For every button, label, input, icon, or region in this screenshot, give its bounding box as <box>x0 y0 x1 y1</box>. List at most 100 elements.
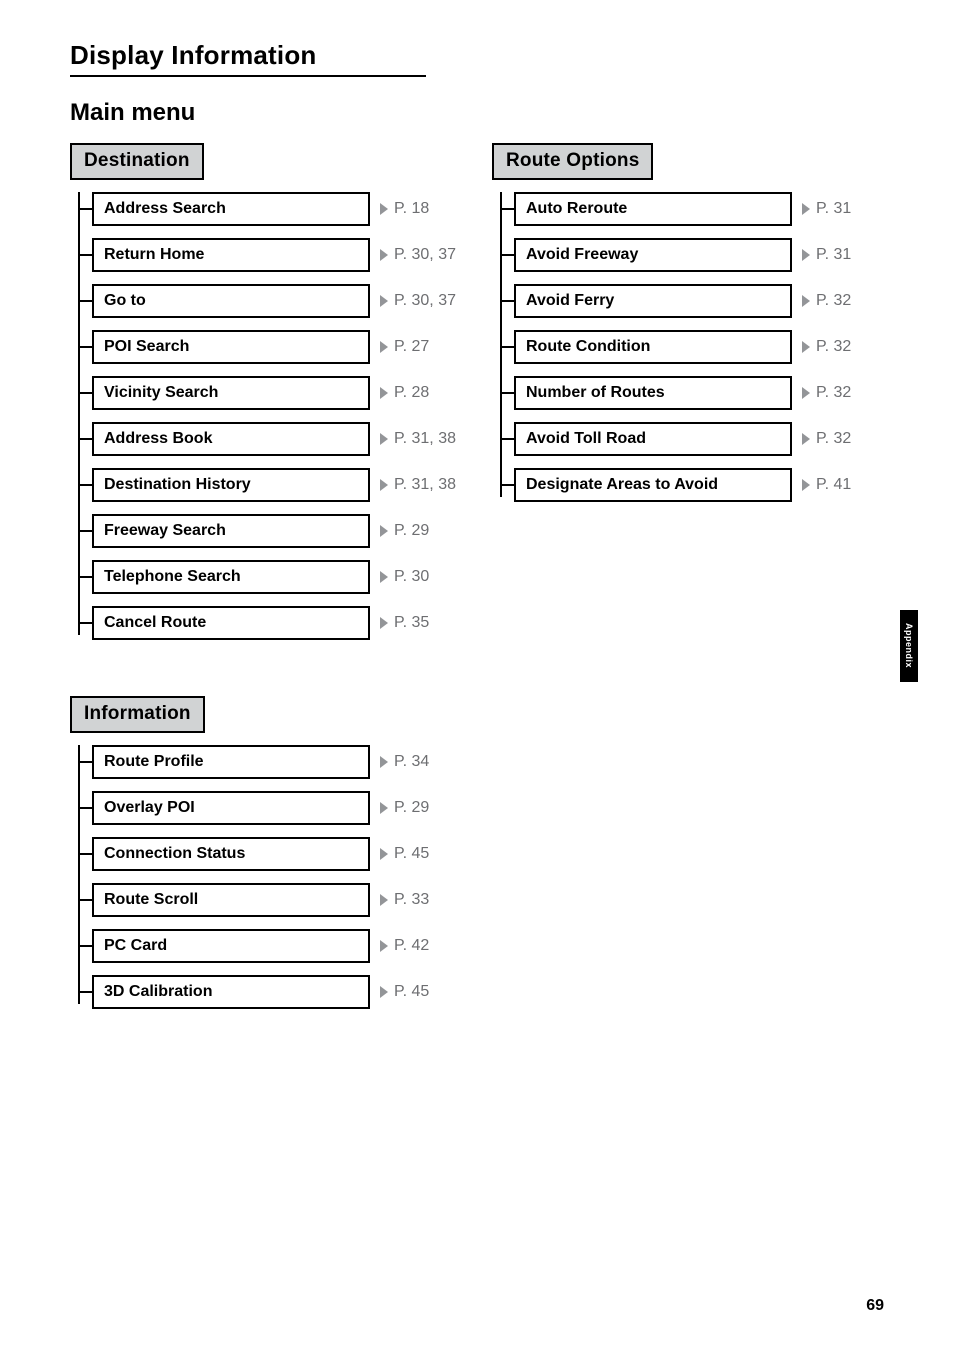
tree-branch <box>78 899 92 901</box>
menu-item-row: Go to P. 30, 37 <box>70 284 458 318</box>
page-reference-text: P. 32 <box>816 338 851 356</box>
menu-item-box: Route Profile <box>92 745 370 779</box>
page-reference: P. 30, 37 <box>378 292 456 310</box>
tree-branch <box>78 300 92 302</box>
route-options-header: Route Options <box>492 143 653 180</box>
page-reference: P. 31, 38 <box>378 476 456 494</box>
menu-item-box: Go to <box>92 284 370 318</box>
menu-item-row: Return Home P. 30, 37 <box>70 238 458 272</box>
page-reference: P. 29 <box>378 799 429 817</box>
information-tree: Route Profile P. 34 Overlay POI P. 29 Connec… <box>70 745 458 1009</box>
page-reference-text: P. 30, 37 <box>394 292 456 310</box>
page-reference: P. 41 <box>800 476 851 494</box>
menu-item-box: Number of Routes <box>514 376 792 410</box>
menu-item-box: Return Home <box>92 238 370 272</box>
destination-tree: Address SearchP. 18Return HomeP. 30, 37G… <box>70 192 458 640</box>
menu-item-box: Connection Status <box>92 837 370 871</box>
page-reference: P. 32 <box>800 384 851 402</box>
menu-item-box: Freeway Search <box>92 514 370 548</box>
arrow-right-icon <box>378 847 390 861</box>
arrow-right-icon <box>378 432 390 446</box>
page-reference-text: P. 45 <box>394 983 429 1001</box>
menu-item-box: Route Scroll <box>92 883 370 917</box>
page-reference: P. 28 <box>378 384 429 402</box>
tree-branch <box>78 761 92 763</box>
menu-item-label: Route Condition <box>526 338 650 356</box>
page-reference: P. 30 <box>378 568 429 586</box>
page-reference-text: P. 28 <box>394 384 429 402</box>
tree-branch <box>500 346 514 348</box>
page-reference-text: P. 32 <box>816 292 851 310</box>
menu-item-box: Overlay POI <box>92 791 370 825</box>
page-reference: P. 31, 38 <box>378 430 456 448</box>
arrow-right-icon <box>378 248 390 262</box>
menu-item-box: Avoid Ferry <box>514 284 792 318</box>
menu-item-row: Address Book P. 31, 38 <box>70 422 458 456</box>
tree-branch <box>78 576 92 578</box>
page-reference: P. 34 <box>378 753 429 771</box>
page-reference-text: P. 45 <box>394 845 429 863</box>
tree-branch <box>500 208 514 210</box>
menu-item-row: Route Profile P. 34 <box>70 745 458 779</box>
arrow-right-icon <box>800 432 812 446</box>
side-tab: Appendix <box>900 610 918 682</box>
menu-item-row: Address SearchP. 18 <box>70 192 458 226</box>
tree-branch <box>78 530 92 532</box>
page-reference-text: P. 31, 38 <box>394 476 456 494</box>
menu-item-label: Address Search <box>104 200 226 218</box>
menu-item-label: Auto Reroute <box>526 200 627 218</box>
arrow-right-icon <box>378 985 390 999</box>
tree-branch <box>78 807 92 809</box>
tree-branch <box>500 484 514 486</box>
arrow-right-icon <box>378 570 390 584</box>
page-reference-text: P. 30, 37 <box>394 246 456 264</box>
page-reference: P. 32 <box>800 338 851 356</box>
route-options-column: Route Options Auto RerouteP. 31Avoid Fre… <box>492 143 880 640</box>
page-reference-text: P. 29 <box>394 522 429 540</box>
tree-branch <box>500 254 514 256</box>
tree-branch <box>500 392 514 394</box>
route-options-tree: Auto RerouteP. 31Avoid FreewayP. 31Avoid… <box>492 192 880 502</box>
tree-branch <box>78 438 92 440</box>
menu-item-label: Return Home <box>104 246 204 264</box>
menu-item-row: Route Condition P. 32 <box>492 330 880 364</box>
menu-item-row: Avoid Freeway P. 31 <box>492 238 880 272</box>
menu-item-row: Overlay POI P. 29 <box>70 791 458 825</box>
page-reference: P. 30, 37 <box>378 246 456 264</box>
page-reference: P. 33 <box>378 891 429 909</box>
menu-item-label: 3D Calibration <box>104 983 212 1001</box>
menu-item-label: Number of Routes <box>526 384 665 402</box>
menu-item-label: Avoid Toll Road <box>526 430 646 448</box>
menu-item-row: Auto RerouteP. 31 <box>492 192 880 226</box>
page-reference: P. 32 <box>800 430 851 448</box>
tree-branch <box>78 254 92 256</box>
menu-item-row: Route Scroll P. 33 <box>70 883 458 917</box>
page-number: 69 <box>866 1297 884 1315</box>
arrow-right-icon <box>378 478 390 492</box>
page-reference-text: P. 32 <box>816 430 851 448</box>
page-subtitle: Main menu <box>70 99 884 127</box>
title-underline <box>70 75 426 77</box>
destination-header: Destination <box>70 143 204 180</box>
information-column: Information Route Profile P. 34 Overlay PO… <box>70 696 458 1009</box>
menu-item-box: Address Book <box>92 422 370 456</box>
menu-item-label: Connection Status <box>104 845 245 863</box>
menu-item-box: Destination History <box>92 468 370 502</box>
arrow-right-icon <box>800 202 812 216</box>
page-reference-text: P. 35 <box>394 614 429 632</box>
arrow-right-icon <box>378 294 390 308</box>
menu-item-label: Route Profile <box>104 753 204 771</box>
page-reference-text: P. 31 <box>816 246 851 264</box>
menu-item-row: Designate Areas to AvoidP. 41 <box>492 468 880 502</box>
page-reference: P. 45 <box>378 983 429 1001</box>
tree-branch <box>500 438 514 440</box>
menu-item-row: Number of Routes P. 32 <box>492 376 880 410</box>
information-header: Information <box>70 696 205 733</box>
page-reference-text: P. 34 <box>394 753 429 771</box>
arrow-right-icon <box>378 939 390 953</box>
menu-item-box: Avoid Freeway <box>514 238 792 272</box>
menu-item-label: POI Search <box>104 338 189 356</box>
menu-item-box: Route Condition <box>514 330 792 364</box>
menu-item-row: Avoid Toll Road P. 32 <box>492 422 880 456</box>
menu-item-row: Freeway Search P. 29 <box>70 514 458 548</box>
